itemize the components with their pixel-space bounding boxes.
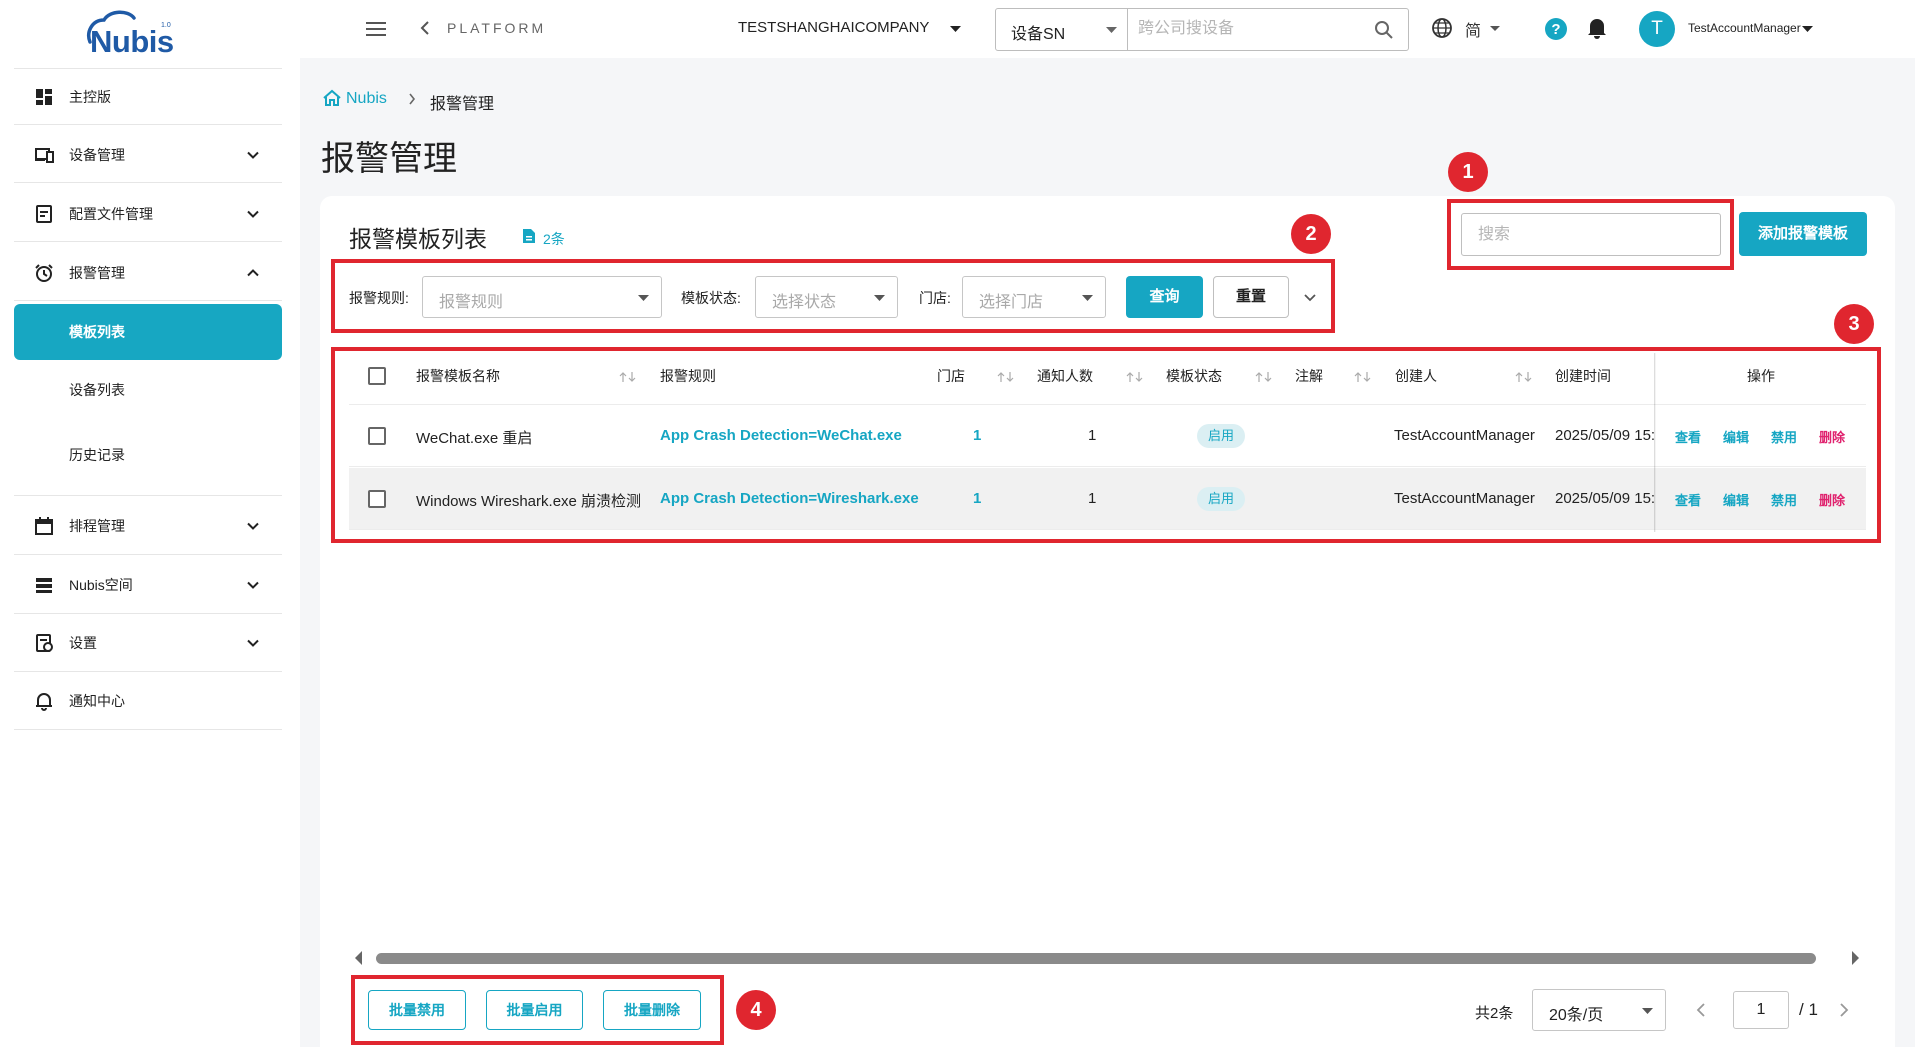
config-file-icon (36, 204, 52, 223)
sidebar-item-label: Nubis空间 (69, 576, 133, 593)
annotation-box-2 (331, 259, 1335, 333)
sn-type-select[interactable]: 设备SN (996, 9, 1128, 50)
caret-down-icon[interactable] (1490, 26, 1500, 31)
devices-icon (35, 147, 54, 163)
calendar-icon (35, 516, 53, 535)
sidebar-item-notifications[interactable]: 通知中心 (14, 672, 282, 730)
sidebar-item-alarms[interactable]: 报警管理 (14, 245, 282, 301)
annotation-marker-4: 4 (736, 990, 776, 1030)
menu-icon[interactable] (366, 21, 386, 37)
avatar[interactable]: T (1639, 11, 1675, 47)
sidebar-item-label: 通知中心 (69, 692, 125, 709)
svg-text:?: ? (1551, 21, 1560, 38)
annotation-box-1 (1447, 199, 1734, 270)
home-icon[interactable] (322, 89, 342, 107)
chevron-up-icon (247, 268, 259, 276)
sidebar-item-label: 报警管理 (69, 264, 125, 281)
sidebar-item-nubis-space[interactable]: Nubis空间 (14, 556, 282, 614)
sidebar-item-settings[interactable]: 设置 (14, 614, 282, 672)
sidebar-subitem-device-list[interactable]: 设备列表 (14, 362, 282, 418)
chevron-down-icon (247, 581, 259, 589)
chevron-down-icon (247, 210, 259, 218)
company-selector[interactable]: TESTSHANGHAICOMPANY (738, 19, 929, 36)
sidebar-subitem-template-list[interactable]: 模板列表 (14, 304, 282, 360)
caret-down-icon[interactable] (950, 26, 961, 32)
sidebar-item-label: 主控版 (69, 88, 111, 105)
caret-down-icon (1642, 1008, 1653, 1014)
page-size-value: 20条/页 (1549, 1007, 1604, 1024)
sidebar-item-schedule[interactable]: 排程管理 (14, 497, 282, 555)
page-title: 报警管理 (321, 140, 457, 178)
chevron-down-icon (247, 639, 259, 647)
record-count: 2条 (543, 231, 565, 247)
breadcrumb-home[interactable]: Nubis (346, 90, 387, 108)
sidebar-subitem-label: 历史记录 (69, 447, 125, 463)
sidebar-subitem-history[interactable]: 历史记录 (14, 419, 282, 496)
storage-icon (36, 577, 52, 593)
sidebar-subitem-label: 模板列表 (69, 324, 125, 340)
next-page-icon[interactable] (1839, 1002, 1849, 1018)
cross-company-device-search-input[interactable] (1138, 15, 1368, 43)
sn-type-value: 设备SN (1011, 26, 1066, 43)
dashboard-icon (36, 88, 52, 105)
top-bar: PLATFORM TESTSHANGHAICOMPANY 设备SN 简 ? T … (300, 0, 1915, 58)
sidebar-item-label: 配置文件管理 (69, 205, 153, 222)
language-selector[interactable]: 简 (1465, 17, 1481, 41)
annotation-marker-2: 2 (1291, 214, 1331, 254)
annotation-box-3 (331, 347, 1881, 543)
sidebar-item-label: 设置 (69, 634, 97, 651)
chevron-left-icon[interactable] (420, 20, 430, 36)
annotation-box-4 (351, 975, 724, 1045)
scroll-right-icon[interactable] (1850, 951, 1860, 965)
sidebar-subitem-label: 设备列表 (69, 382, 125, 398)
sidebar-item-config-files[interactable]: 配置文件管理 (14, 186, 282, 242)
scroll-left-icon[interactable] (354, 951, 364, 965)
sidebar-item-label: 设备管理 (69, 146, 125, 163)
sidebar-item-devices[interactable]: 设备管理 (14, 127, 282, 183)
horizontal-scrollbar-thumb[interactable] (376, 953, 1816, 964)
search-icon[interactable] (1374, 20, 1394, 40)
annotation-marker-3: 3 (1834, 304, 1874, 344)
document-icon (523, 229, 535, 243)
logo-version: 1.0 (161, 22, 171, 29)
annotation-marker-1: 1 (1448, 152, 1488, 192)
device-search-group: 设备SN (995, 8, 1409, 51)
add-alarm-template-button[interactable]: 添加报警模板 (1739, 212, 1867, 256)
chevron-down-icon (247, 522, 259, 530)
bell-icon (36, 692, 52, 711)
notification-bell-icon[interactable] (1586, 16, 1608, 40)
pagination-total: 共2条 (1475, 1005, 1514, 1022)
chevron-down-icon (247, 151, 259, 159)
alarm-clock-icon (35, 263, 53, 282)
settings-doc-icon (36, 633, 53, 652)
nubis-logo[interactable]: Nubis 1.0 (86, 10, 196, 59)
prev-page-icon[interactable] (1696, 1002, 1706, 1018)
logo-text: Nubis (90, 24, 174, 59)
help-icon[interactable]: ? (1544, 17, 1568, 41)
username[interactable]: TestAccountManager (1688, 21, 1801, 35)
caret-down-icon (1106, 27, 1117, 33)
sidebar: Nubis 1.0 主控版 设备管理 配置文件管理 报警管理 模板列表 设备列表… (0, 0, 300, 1047)
list-title: 报警模板列表 (349, 226, 487, 252)
sidebar-item-label: 排程管理 (69, 517, 125, 534)
chevron-right-icon (409, 93, 416, 105)
globe-icon[interactable] (1431, 17, 1453, 39)
breadcrumb-current: 报警管理 (430, 96, 495, 113)
sidebar-item-dashboard[interactable]: 主控版 (14, 69, 282, 125)
page-of-total: / 1 (1799, 1000, 1818, 1019)
page-size-select[interactable]: 20条/页 (1532, 989, 1666, 1031)
platform-label[interactable]: PLATFORM (447, 20, 546, 36)
caret-down-icon[interactable] (1802, 26, 1813, 32)
page-number-input[interactable]: 1 (1733, 991, 1789, 1029)
